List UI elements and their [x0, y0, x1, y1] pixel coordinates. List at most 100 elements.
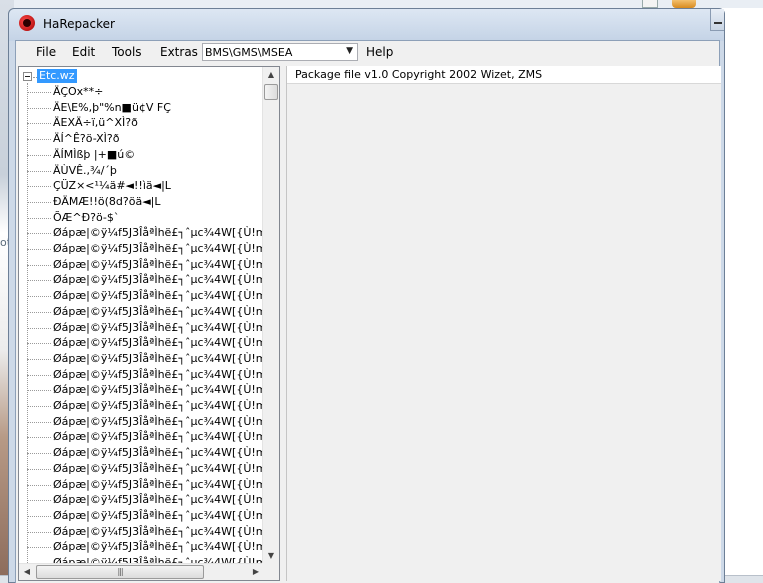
info-bar: Package file v1.0 Copyright 2002 Wizet, … — [287, 66, 721, 84]
tree-node-label: ÕÆ^Ð?ö-$` — [53, 210, 120, 224]
dropdown-arrow-icon: ▼ — [346, 46, 353, 56]
tree-node[interactable]: ÄE\E%,þ"%n■ü¢V FÇ — [27, 100, 264, 116]
tree-node[interactable]: Øápæ|©ÿ¼f5J3ÎåªÌhë£┐ˆµc¾4W[{Ù!mÓf — [27, 225, 264, 241]
tree-node-label: Øápæ|©ÿ¼f5J3ÎåªÌhë£┐ˆµc¾4W[{Ù!mÓf — [53, 273, 264, 287]
tree-node-label: Øápæ|©ÿ¼f5J3ÎåªÌhë£┐ˆµc¾4W[{Ù!mÓf — [53, 320, 264, 334]
property-panel: Package file v1.0 Copyright 2002 Wizet, … — [286, 66, 721, 581]
tree-node-label: Øápæ|©ÿ¼f5J3ÎåªÌhë£┐ˆµc¾4W[{Ù!mÓf — [53, 351, 264, 365]
tree-node[interactable]: Øápæ|©ÿ¼f5J3ÎåªÌhë£┐ˆµc¾4W[{Ù!mÓf — [27, 241, 264, 257]
version-select[interactable]: BMS\GMS\MSEA ▼ — [202, 43, 358, 61]
tree-node-label: Øápæ|©ÿ¼f5J3ÎåªÌhë£┐ˆµc¾4W[{Ù!mÓf — [53, 289, 264, 303]
menu-file[interactable]: File — [36, 45, 56, 59]
tree-connector — [27, 249, 51, 250]
tree-connector — [27, 515, 51, 517]
tree-connector — [27, 343, 51, 345]
menu-bar: File Edit Tools Extras BMS\GMS\MSEA ▼ He… — [16, 41, 719, 63]
tree-node-label: Øápæ|©ÿ¼f5J3ÎåªÌhë£┐ˆµc¾4W[{Ù!mÓf — [53, 493, 264, 507]
tree-connector — [27, 484, 51, 486]
tree-connector — [27, 217, 51, 219]
tree-node-label: ÐÄMÆ!!ö(8d?öä◄|L — [53, 194, 161, 208]
tree-connector — [27, 186, 51, 188]
background-window-badge — [672, 0, 696, 8]
tree-node-label: ÄÍMÌßþ |+■ú© — [53, 147, 136, 161]
tree-node-label: Øápæ|©ÿ¼f5J3ÎåªÌhë£┐ˆµc¾4W[{Ù!mÓf — [53, 399, 264, 412]
tree-connector — [27, 453, 51, 455]
tree-node[interactable]: ÐÄMÆ!!ö(8d?öä◄|L — [27, 194, 264, 210]
tree-connector — [27, 201, 51, 203]
tree-node[interactable]: Øápæ|©ÿ¼f5J3ÎåªÌhë£┐ˆµc¾4W[{Ù!mÓf — [27, 429, 264, 445]
tree-node-label: Øápæ|©ÿ¼f5J3ÎåªÌhë£┐ˆµc¾4W[{Ù!mÓf — [53, 477, 264, 491]
tree-node-label: Øápæ|©ÿ¼f5J3ÎåªÌhë£┐ˆµc¾4W[{Ù!mÓf — [53, 226, 264, 240]
tree-node-label: Øápæ|©ÿ¼f5J3ÎåªÌhë£┐ˆµc¾4W[{Ù!mÓf — [53, 383, 264, 397]
tree-node[interactable]: Øápæ|©ÿ¼f5J3ÎåªÌhë£┐ˆµc¾4W[{Ù!mÓf — [27, 304, 264, 320]
tree-node[interactable]: ÄÙVÊ.,¾/´þ — [27, 163, 264, 179]
tree-node[interactable]: Øápæ|©ÿ¼f5J3ÎåªÌhë£┐ˆµc¾4W[{Ù!mÓf — [27, 320, 264, 336]
tree-connector — [27, 358, 51, 360]
horizontal-scroll-thumb[interactable]: ||| — [36, 565, 204, 579]
tree-node-label: Øápæ|©ÿ¼f5J3ÎåªÌhë£┐ˆµc¾4W[{Ù!mÓf — [53, 430, 264, 444]
tree-node[interactable]: Øápæ|©ÿ¼f5J3ÎåªÌhë£┐ˆµc¾4W[{Ù!mÓf — [27, 492, 264, 508]
tree-node-label: ÄEXÄ÷ï,ü^XÌ?ð — [53, 116, 138, 130]
menu-help[interactable]: Help — [366, 45, 393, 59]
tree-node-label: Øápæ|©ÿ¼f5J3ÎåªÌhë£┐ˆµc¾4W[{Ù!mÓf — [53, 257, 264, 271]
app-window: HaRepacker File Edit Tools Extras BMS\GM… — [8, 8, 725, 583]
tree-node[interactable]: ÄÍ^Ê?ö-XÌ?ð — [27, 131, 264, 147]
tree-connector — [27, 531, 51, 533]
tree-collapse-icon[interactable] — [23, 72, 32, 81]
tree-node[interactable]: Øápæ|©ÿ¼f5J3ÎåªÌhë£┐ˆµc¾4W[{Ù!mÓf — [27, 445, 264, 461]
tree-node[interactable]: ÇÜZ×<¹¼ä#◄!!ìä◄|L — [27, 178, 264, 194]
tree-node-label: Øápæ|©ÿ¼f5J3ÎåªÌhë£┐ˆµc¾4W[{Ù!mÓf — [53, 540, 264, 554]
tree-connector — [27, 123, 51, 125]
tree-node[interactable]: Øápæ|©ÿ¼f5J3ÎåªÌhë£┐ˆµc¾4W[{Ù!mÓf — [27, 257, 264, 273]
tree-connector — [27, 264, 51, 266]
tree-viewport: Etc.wz ÄÇOx**÷ ÄE\E%,þ"%n■ü¢V FÇ ÄEXÄ÷ï,ü^… — [19, 67, 264, 564]
tree-connector — [27, 327, 51, 329]
scroll-down-arrow-icon[interactable]: ▼ — [263, 548, 279, 564]
tree-node[interactable]: Øápæ|©ÿ¼f5J3ÎåªÌhë£┐ˆµc¾4W[{Ù!mÓf — [27, 524, 264, 540]
tree-node[interactable]: Øápæ|©ÿ¼f5J3ÎåªÌhë£┐ˆµc¾4W[{Ù!mÓf — [27, 461, 264, 477]
tree-node[interactable]: Øápæ|©ÿ¼f5J3ÎåªÌhë£┐ˆµc¾4W[{Ù!mÓf — [27, 382, 264, 398]
tree-node-label: Øápæ|©ÿ¼f5J3ÎåªÌhë£┐ˆµc¾4W[{Ù!mÓf — [53, 304, 264, 318]
tree-connector — [27, 500, 51, 502]
vertical-scroll-thumb[interactable] — [264, 84, 278, 100]
title-bar[interactable]: HaRepacker — [9, 9, 724, 41]
menu-extras[interactable]: Extras — [160, 45, 198, 59]
tree-root-label[interactable]: Etc.wz — [37, 69, 77, 83]
tree-node[interactable]: ÄEXÄ÷ï,ü^XÌ?ð — [27, 115, 264, 131]
tree-horizontal-scrollbar[interactable]: ◀ ||| ▶ — [19, 563, 264, 580]
file-tree[interactable]: Etc.wz ÄÇOx**÷ ÄE\E%,þ"%n■ü¢V FÇ ÄEXÄ÷ï,ü^… — [18, 66, 280, 581]
menu-tools[interactable]: Tools — [112, 45, 142, 59]
tree-node[interactable]: ÄÍMÌßþ |+■ú© — [27, 147, 264, 163]
tree-node[interactable]: Øápæ|©ÿ¼f5J3ÎåªÌhë£┐ˆµc¾4W[{Ù!mÓf — [27, 288, 264, 304]
tree-node[interactable]: Øápæ|©ÿ¼f5J3ÎåªÌhë£┐ˆµc¾4W[{Ù!mÓf — [27, 335, 264, 351]
tree-node[interactable]: Øápæ|©ÿ¼f5J3ÎåªÌhë£┐ˆµc¾4W[{Ù!mÓf — [27, 351, 264, 367]
scroll-left-arrow-icon[interactable]: ◀ — [19, 564, 35, 580]
tree-node[interactable]: Øápæ|©ÿ¼f5J3ÎåªÌhë£┐ˆµc¾4W[{Ù!mÓf — [27, 508, 264, 524]
tree-connector — [27, 280, 51, 282]
tree-node-label: Øápæ|©ÿ¼f5J3ÎåªÌhë£┐ˆµc¾4W[{Ù!mÓf — [53, 367, 264, 381]
tree-connector — [27, 92, 51, 93]
menu-edit[interactable]: Edit — [72, 45, 95, 59]
tree-node[interactable]: ÄÇOx**÷ — [27, 84, 264, 100]
tree-connector — [27, 390, 51, 392]
tree-node-label: Øápæ|©ÿ¼f5J3ÎåªÌhë£┐ˆµc¾4W[{Ù!mÓf — [53, 461, 264, 475]
tree-node-label: ÄÇOx**÷ — [53, 85, 104, 98]
tree-connector — [27, 107, 51, 109]
tree-node[interactable]: Øápæ|©ÿ¼f5J3ÎåªÌhë£┐ˆµc¾4W[{Ù!mÓf — [27, 272, 264, 288]
tree-node-label: Øápæ|©ÿ¼f5J3ÎåªÌhë£┐ˆµc¾4W[{Ù!mÓf — [53, 414, 264, 428]
tree-node-label: Øápæ|©ÿ¼f5J3ÎåªÌhë£┐ˆµc¾4W[{Ù!mÓf — [53, 508, 264, 522]
tree-node[interactable]: Øápæ|©ÿ¼f5J3ÎåªÌhë£┐ˆµc¾4W[{Ù!mÓf — [27, 367, 264, 383]
minimize-button[interactable] — [710, 9, 724, 31]
minimize-icon — [714, 22, 722, 24]
tree-node-label: ÄÙVÊ.,¾/´þ — [53, 163, 117, 177]
tree-node[interactable]: ÕÆ^Ð?ö-$` — [27, 210, 264, 226]
tree-node[interactable]: Øápæ|©ÿ¼f5J3ÎåªÌhë£┐ˆµc¾4W[{Ù!mÓf — [27, 477, 264, 493]
tree-node-label: Øápæ|©ÿ¼f5J3ÎåªÌhë£┐ˆµc¾4W[{Ù!mÓf — [53, 242, 264, 255]
package-info-text: Package file v1.0 Copyright 2002 Wizet, … — [295, 68, 543, 81]
tree-node[interactable]: Øápæ|©ÿ¼f5J3ÎåªÌhë£┐ˆµc¾4W[{Ù!mÓf — [27, 398, 264, 414]
tree-node[interactable]: Øápæ|©ÿ¼f5J3ÎåªÌhë£┐ˆµc¾4W[{Ù!mÓf — [27, 414, 264, 430]
tree-node-label: ÄE\E%,þ"%n■ü¢V FÇ — [53, 100, 171, 114]
tree-node[interactable]: Øápæ|©ÿ¼f5J3ÎåªÌhë£┐ˆµc¾4W[{Ù!mÓf — [27, 539, 264, 555]
tree-vertical-scrollbar[interactable]: ▲ ▼ — [262, 67, 279, 564]
scroll-up-arrow-icon[interactable]: ▲ — [263, 67, 279, 83]
